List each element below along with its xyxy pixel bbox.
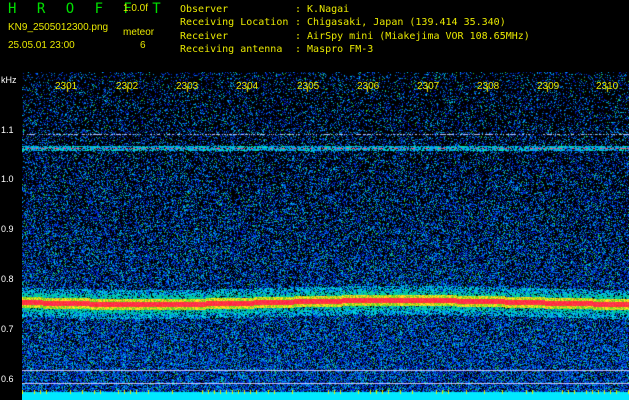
spectrogram-area[interactable] [0, 72, 629, 400]
spectrogram-canvas[interactable] [22, 72, 629, 400]
x-tick-label: 2309 [537, 81, 560, 92]
metadata-key: Receiving Location [180, 17, 289, 29]
mode-label: meteor [123, 27, 155, 38]
metadata-row-receiver: Receiver : AirSpy mini (Miakejima VOR 108… [180, 30, 530, 43]
metadata-key: Observer [180, 4, 229, 15]
header: H R O F F T 1.0.0f KN9_2505012300.png me… [0, 0, 629, 72]
x-tick-label: 2301 [55, 81, 78, 92]
x-tick-label: 2302 [116, 81, 139, 92]
metadata-key: Receiving antenna [180, 43, 283, 55]
count-label: 6 [140, 40, 146, 51]
metadata-panel: Observer : K.Nagai Receiving Location : Ch… [180, 3, 530, 56]
metadata-key: Receiver [180, 30, 229, 42]
x-tick-label: 2304 [236, 81, 259, 92]
x-tick-label: 2303 [176, 81, 199, 92]
version-label: 1.0.0f [123, 3, 149, 14]
x-tick-label: 2307 [417, 81, 440, 92]
x-tick-label: 2305 [297, 81, 320, 92]
filename-label: KN9_2505012300.png [8, 22, 109, 33]
x-tick-label: 2308 [477, 81, 500, 92]
metadata-row-observer: Observer : K.Nagai [180, 3, 530, 16]
metadata-row-location: Receiving Location : Chigasaki, Japan (13… [180, 16, 530, 29]
metadata-value: : Maspro FM-3 [295, 43, 374, 55]
metadata-value: : AirSpy mini (Miakejima VOR 108.65MHz) [295, 30, 530, 42]
x-tick-label: 2310 [596, 81, 619, 92]
metadata-value: : Chigasaki, Japan (139.414 35.340) [295, 17, 506, 29]
x-tick-label: 2306 [357, 81, 380, 92]
metadata-row-antenna: Receiving antenna : Maspro FM-3 [180, 43, 530, 56]
metadata-value: : K.Nagai [295, 4, 350, 15]
datetime-label: 25.05.01 23:00 [8, 40, 75, 51]
